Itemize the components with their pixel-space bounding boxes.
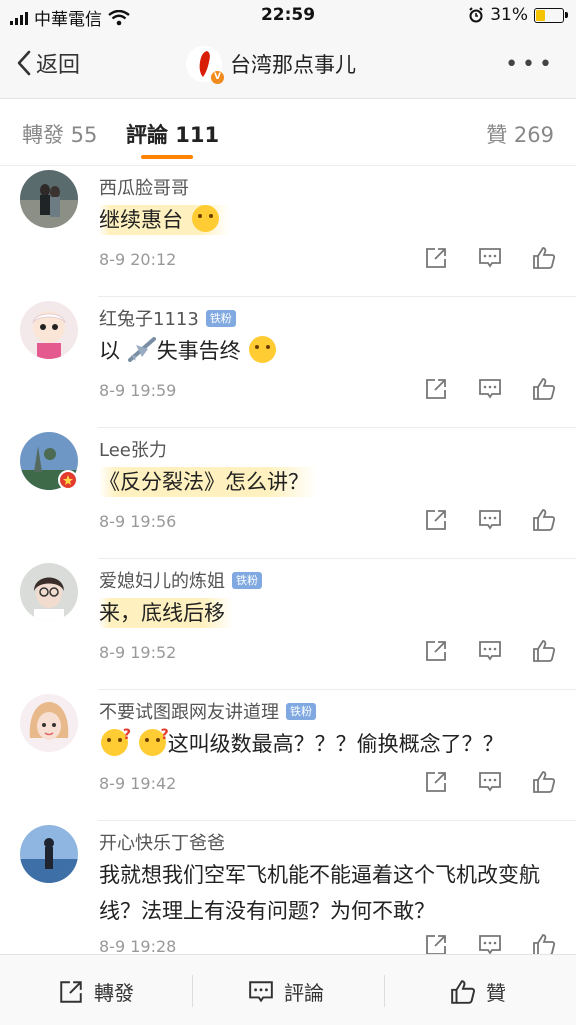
fan-badge: 铁粉 — [286, 702, 316, 720]
comment-actions — [424, 639, 556, 663]
comment-actions — [424, 508, 556, 532]
tab-comment[interactable]: 評論 111 — [126, 119, 219, 149]
blush-emoji-icon — [191, 205, 219, 232]
comment-time: 8-9 19:52 — [99, 643, 177, 662]
tab-repost[interactable]: 轉發 55 — [22, 119, 97, 149]
back-button[interactable]: 返回 — [16, 47, 80, 79]
reply-icon[interactable] — [478, 639, 502, 663]
like-icon[interactable] — [532, 377, 556, 401]
share-icon[interactable] — [424, 770, 448, 794]
chevron-left-icon — [17, 50, 31, 76]
tab-like[interactable]: 贊 269 — [486, 119, 554, 149]
avatar[interactable] — [20, 432, 78, 490]
comment-list[interactable]: 西瓜脸哥哥 继续惠台 8-9 20:12 红兔子1113 铁粉 以 失事告终 8-… — [0, 166, 576, 954]
separator — [384, 975, 385, 1007]
like-label: 贊 — [486, 981, 506, 1005]
share-icon[interactable] — [424, 508, 448, 532]
battery-icon — [534, 7, 568, 23]
avatar[interactable] — [20, 301, 78, 359]
reply-icon[interactable] — [478, 770, 502, 794]
username[interactable]: 不要试图跟网友讲道理 铁粉 — [99, 698, 316, 724]
comment-actions — [424, 246, 556, 270]
username[interactable]: 开心快乐丁爸爸 — [99, 829, 225, 855]
comment-time: 8-9 19:59 — [99, 381, 177, 400]
share-icon[interactable] — [424, 246, 448, 270]
share-icon — [60, 980, 82, 1003]
like-button[interactable]: 贊 — [450, 977, 506, 1006]
username[interactable]: 西瓜脸哥哥 — [99, 174, 189, 200]
bottom-action-bar: 轉發 評論 贊 — [0, 954, 576, 1025]
repost-label: 轉發 — [94, 981, 134, 1005]
like-icon — [451, 979, 475, 1004]
comment-text: 《反分裂法》怎么讲？ — [99, 467, 317, 497]
reply-icon[interactable] — [478, 377, 502, 401]
comment-time: 8-9 20:12 — [99, 250, 177, 269]
confused-emoji-icon — [138, 720, 169, 756]
like-icon[interactable] — [532, 246, 556, 270]
comment-button[interactable]: 評論 — [248, 977, 324, 1006]
comment-label: 評論 — [284, 981, 324, 1005]
active-tab-indicator — [141, 155, 193, 159]
airplane-emoji-icon — [127, 337, 156, 362]
reply-icon[interactable] — [478, 246, 502, 270]
separator — [192, 975, 193, 1007]
repost-button[interactable]: 轉發 — [58, 977, 134, 1006]
comment-item: 开心快乐丁爸爸 我就想我们空军飞机能不能逼着这个飞机改变航线？法理上有没有问题？… — [0, 821, 576, 954]
comment-icon — [249, 980, 273, 1002]
comment-text: 以 失事告终 — [99, 336, 278, 366]
avatar[interactable] — [20, 170, 78, 228]
fan-badge: 铁粉 — [232, 571, 262, 589]
avatar[interactable] — [20, 563, 78, 621]
comment-actions — [424, 770, 556, 794]
tab-bar: 轉發 55 評論 111 贊 269 — [0, 99, 576, 166]
nav-bar: 返回 V 台湾那点事儿 ••• — [0, 32, 576, 99]
like-icon[interactable] — [532, 770, 556, 794]
avatar[interactable] — [20, 694, 78, 752]
battery-percent: 31% — [490, 5, 528, 25]
reply-icon[interactable] — [478, 508, 502, 532]
status-right: 31% — [468, 5, 568, 25]
like-icon[interactable] — [532, 508, 556, 532]
verified-icon: V — [211, 71, 224, 84]
comment-text: 继续惠台 — [99, 205, 229, 235]
comment-time: 8-9 19:28 — [99, 937, 177, 954]
more-icon[interactable]: ••• — [505, 52, 556, 77]
comment-item: 不要试图跟网友讲道理铁粉 这叫级数最高？？？偷换概念了？？ 8-9 19:42 — [0, 690, 576, 821]
username[interactable]: Lee张力 — [99, 436, 167, 462]
comment-actions — [424, 933, 556, 954]
reply-icon[interactable] — [478, 933, 502, 954]
share-icon[interactable] — [424, 639, 448, 663]
comment-item: 西瓜脸哥哥 继续惠台 8-9 20:12 — [0, 166, 576, 297]
avatar[interactable] — [20, 825, 78, 883]
page-title: 台湾那点事儿 — [230, 53, 356, 77]
fan-badge: 铁粉 — [205, 309, 236, 327]
comment-text: 我就想我们空军飞机能不能逼着这个飞机改变航线？法理上有没有问题？为何不敢？ — [99, 863, 540, 923]
shy-emoji-icon — [249, 336, 277, 363]
back-label: 返回 — [36, 53, 81, 78]
comment-item: 爱媳妇儿的炼姐 铁粉 来，底线后移 8-9 19:52 — [0, 559, 576, 690]
status-bar: 中華電信 22:59 31% — [0, 0, 576, 32]
account-header[interactable]: V 台湾那点事儿 — [186, 46, 356, 84]
confused-emoji-icon — [101, 720, 131, 756]
comment-item: Lee张力 《反分裂法》怎么讲？ 8-9 19:56 — [0, 428, 576, 559]
username[interactable]: 爱媳妇儿的炼姐 铁粉 — [99, 567, 262, 593]
like-icon[interactable] — [532, 639, 556, 663]
account-logo: V — [186, 46, 224, 84]
comment-item: 红兔子1113 铁粉 以 失事告终 8-9 19:59 — [0, 297, 576, 428]
comment-text: 这叫级数最高？？？偷换概念了？？ — [99, 720, 504, 759]
comment-time: 8-9 19:56 — [99, 512, 177, 531]
like-icon[interactable] — [532, 933, 556, 954]
comment-actions — [424, 377, 556, 401]
share-icon[interactable] — [424, 933, 448, 954]
comment-time: 8-9 19:42 — [99, 774, 177, 793]
alarm-icon — [469, 7, 483, 23]
username[interactable]: 红兔子1113 铁粉 — [99, 305, 236, 331]
comment-text: 来，底线后移 — [99, 598, 233, 628]
share-icon[interactable] — [424, 377, 448, 401]
